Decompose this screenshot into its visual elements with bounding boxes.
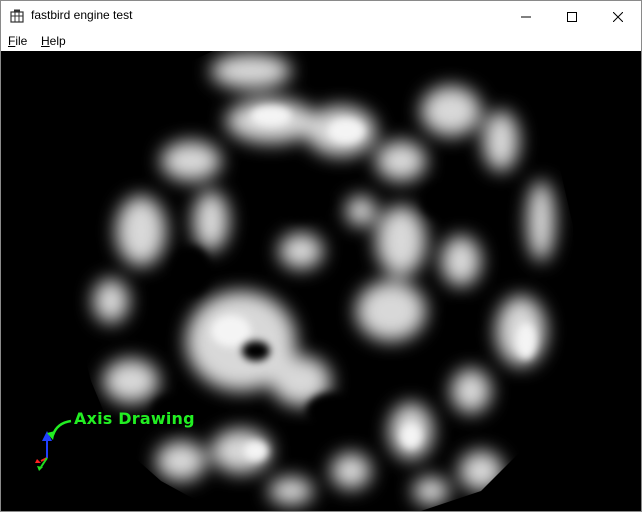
window-title: fastbird engine test: [31, 8, 133, 22]
app-window: fastbird engine test File Help Axis Draw…: [0, 0, 642, 512]
scene-canvas: [35, 51, 577, 511]
menu-file-rest: ile: [15, 34, 28, 48]
menu-bar: File Help: [1, 32, 641, 51]
menu-file[interactable]: File: [7, 34, 28, 48]
menu-help[interactable]: Help: [40, 34, 67, 48]
maximize-icon: [567, 11, 577, 22]
menu-help-mnemonic: H: [41, 34, 50, 48]
close-icon: [613, 11, 623, 22]
render-viewport[interactable]: Axis Drawing: [1, 51, 641, 511]
axis-gizmo: [35, 419, 72, 471]
axis-drawing-label: Axis Drawing: [74, 409, 195, 428]
minimize-icon: [521, 16, 531, 17]
close-button[interactable]: [595, 1, 641, 32]
menu-help-rest: elp: [49, 34, 66, 48]
axis-label-pointer: [51, 419, 72, 436]
textured-sphere: [73, 51, 577, 511]
minimize-button[interactable]: [503, 1, 549, 32]
app-window-icon: [10, 9, 24, 23]
title-bar[interactable]: fastbird engine test: [1, 1, 641, 32]
maximize-button[interactable]: [549, 1, 595, 32]
axis-x-arrow: [35, 459, 41, 463]
